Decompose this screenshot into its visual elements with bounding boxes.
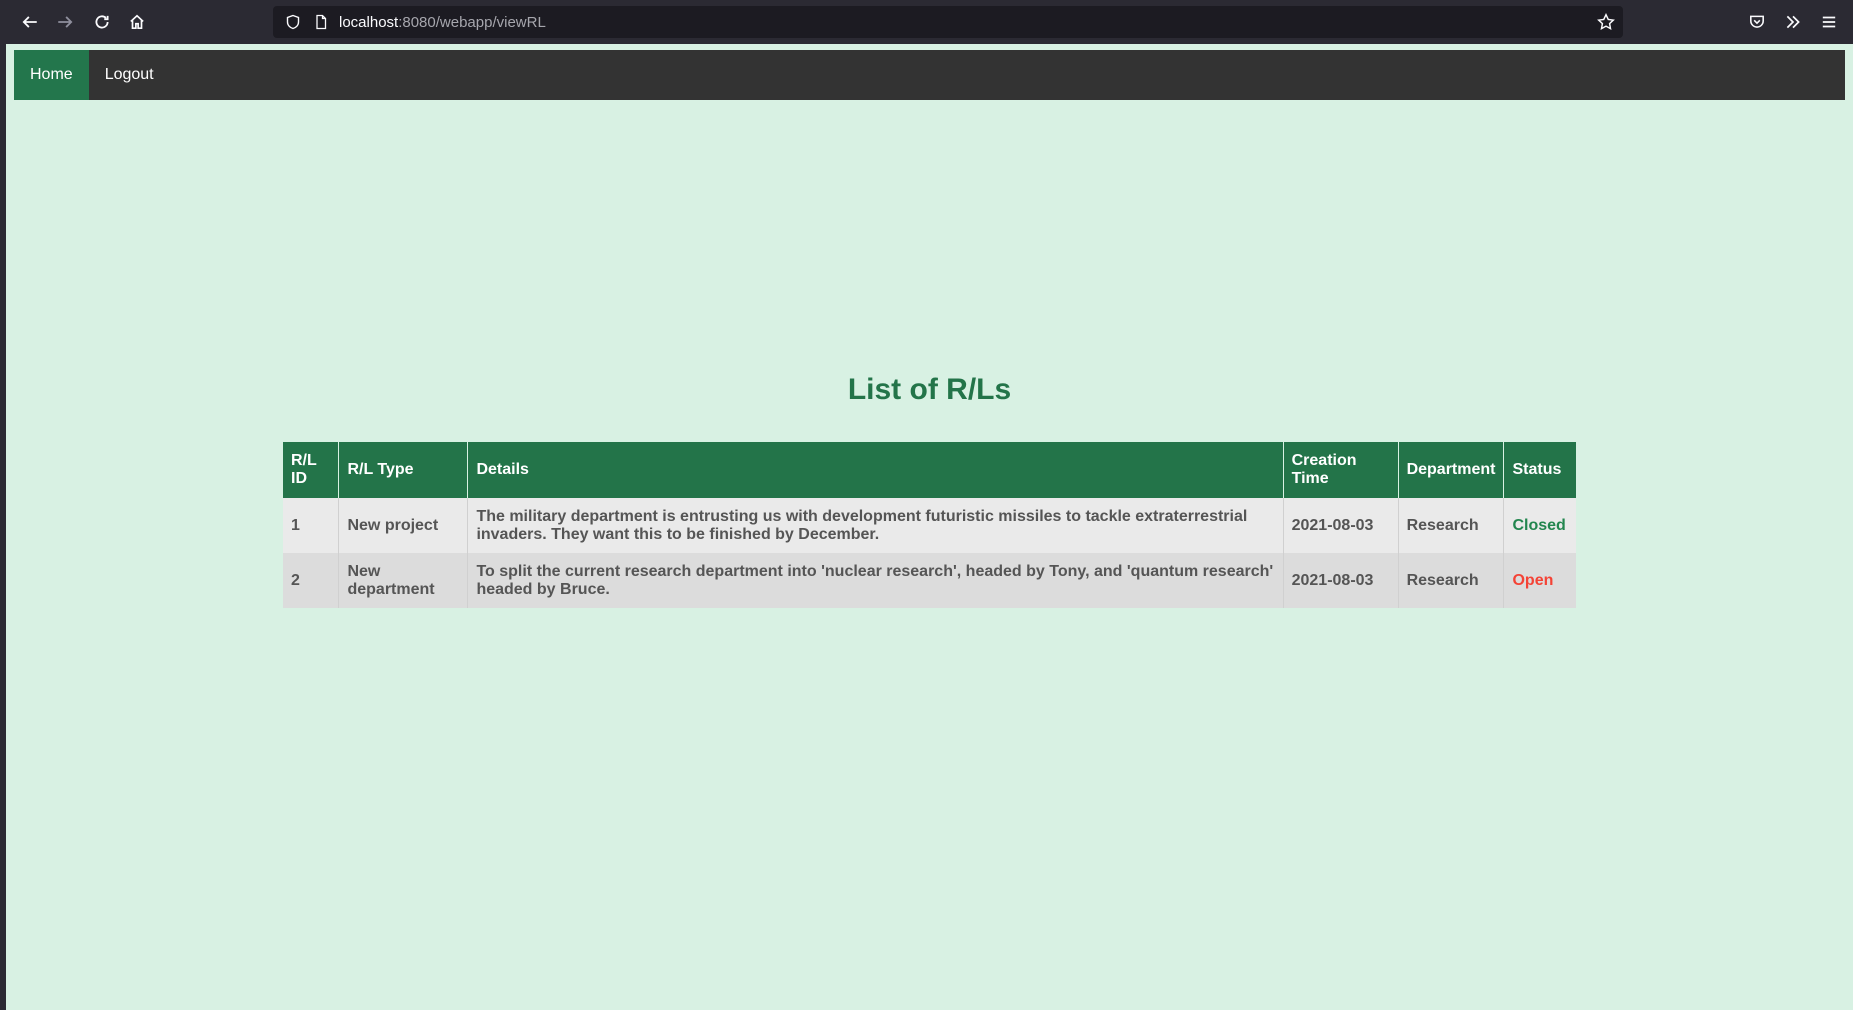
table-row: 2 New department To split the current re… [283, 553, 1576, 608]
cell-rl-id: 2 [283, 553, 340, 608]
nav-home-link[interactable]: Home [14, 50, 89, 100]
reload-icon[interactable] [86, 7, 118, 37]
status-badge: Open [1503, 553, 1576, 608]
rl-table: R/L ID R/L Type Details Creation Time De… [283, 442, 1576, 608]
cell-rl-id: 1 [283, 498, 340, 553]
back-icon[interactable] [14, 7, 46, 37]
pocket-icon[interactable] [1741, 7, 1773, 37]
cell-details: The military department is entrusting us… [467, 498, 1284, 553]
table-row: 1 New project The military department is… [283, 498, 1576, 553]
cell-department: Research [1398, 498, 1505, 553]
header-creation-time: Creation Time [1283, 442, 1399, 498]
page-title: List of R/Ls [847, 373, 1012, 406]
page-info-icon[interactable] [307, 6, 335, 38]
tracking-protection-icon[interactable] [279, 6, 307, 38]
browser-toolbar: localhost:8080/webapp/viewRL [0, 0, 1853, 44]
table-header-row: R/L ID R/L Type Details Creation Time De… [283, 442, 1576, 498]
cell-details: To split the current research department… [467, 553, 1284, 608]
page-viewport: Home Logout List of R/Ls R/L ID R/L Type… [6, 44, 1853, 1010]
cell-rl-type: New department [338, 553, 469, 608]
cell-rl-type: New project [338, 498, 469, 553]
address-bar[interactable]: localhost:8080/webapp/viewRL [273, 6, 1623, 38]
cell-creation-time: 2021-08-03 [1283, 498, 1399, 553]
header-rl-type: R/L Type [338, 442, 469, 498]
cell-department: Research [1398, 553, 1505, 608]
header-department: Department [1398, 442, 1505, 498]
header-rl-id: R/L ID [283, 442, 340, 498]
menu-icon[interactable] [1813, 7, 1845, 37]
forward-icon[interactable] [49, 7, 81, 37]
home-icon[interactable] [121, 7, 153, 37]
header-status: Status [1503, 442, 1576, 498]
cell-creation-time: 2021-08-03 [1283, 553, 1399, 608]
url-text: localhost:8080/webapp/viewRL [339, 13, 546, 31]
top-navbar: Home Logout [14, 50, 1845, 100]
header-details: Details [467, 442, 1284, 498]
nav-logout-link[interactable]: Logout [89, 50, 170, 100]
bookmark-star-icon[interactable] [1597, 12, 1615, 31]
status-badge: Closed [1503, 498, 1576, 553]
overflow-chevrons-icon[interactable] [1777, 7, 1809, 37]
